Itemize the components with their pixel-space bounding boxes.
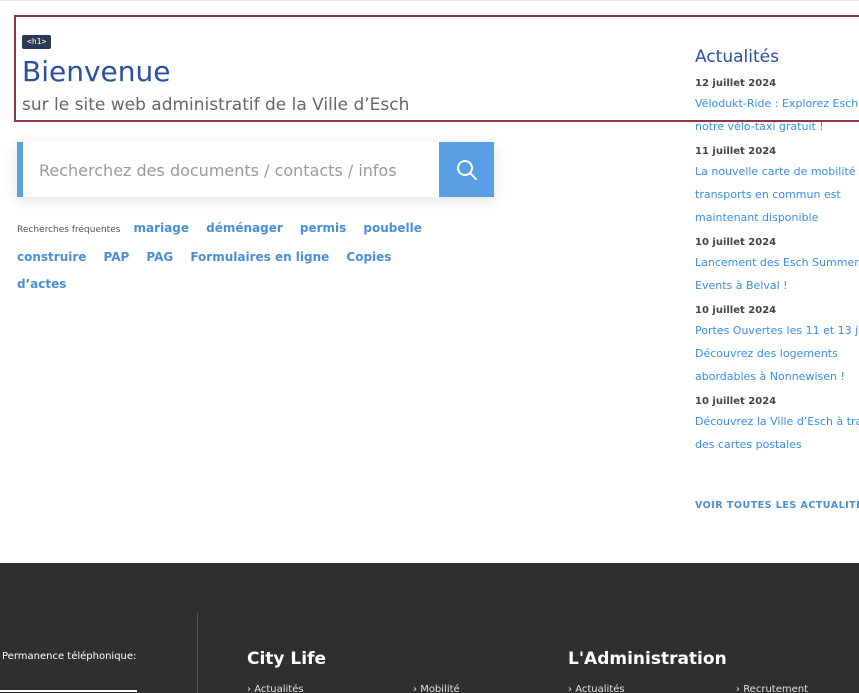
- footer-link-label: Recrutement: [743, 684, 809, 693]
- footer-link-mobilite[interactable]: › Mobilité: [413, 684, 460, 693]
- news-link[interactable]: Vëlodukt-Ride : Explorez Esch avec notre…: [695, 92, 859, 138]
- frequent-searches: Recherches fréquentes mariage déménager …: [17, 214, 437, 297]
- search-bar: [17, 142, 494, 199]
- news-link[interactable]: La nouvelle carte de mobilité et des tra…: [695, 160, 859, 229]
- site-footer: Permanence téléphonique: City Life › Act…: [0, 563, 859, 693]
- footer-link-admin-actualites[interactable]: › Actualités: [568, 684, 625, 693]
- news-link[interactable]: Découvrez la Ville d’Esch à travers des …: [695, 410, 859, 456]
- top-border: [0, 0, 859, 1]
- news-date: 12 juillet 2024: [695, 78, 777, 89]
- frequent-link-pap[interactable]: PAP: [104, 250, 130, 264]
- frequent-link-permis[interactable]: permis: [300, 221, 346, 235]
- news-item: 10 juillet 2024 Découvrez la Ville d’Esc…: [695, 394, 859, 456]
- page-title: Bienvenue: [22, 55, 171, 88]
- footer-link-label: Actualités: [254, 684, 304, 693]
- news-item: 10 juillet 2024 Lancement des Esch Summe…: [695, 235, 859, 297]
- news-link[interactable]: Lancement des Esch Summer Events à Belva…: [695, 251, 859, 297]
- news-title: Actualités: [695, 47, 779, 67]
- news-section: Actualités 12 juillet 2024 Vëlodukt-Ride…: [695, 44, 859, 456]
- search-button[interactable]: [439, 142, 494, 197]
- news-link[interactable]: Portes Ouvertes les 11 et 13 juillet : D…: [695, 319, 859, 388]
- footer-divider: [197, 613, 198, 693]
- frequent-link-pag[interactable]: PAG: [146, 250, 173, 264]
- frequent-link-demenager[interactable]: déménager: [206, 221, 283, 235]
- news-item: 11 juillet 2024 La nouvelle carte de mob…: [695, 144, 859, 229]
- page-subtitle: sur le site web administratif de la Vill…: [22, 95, 410, 115]
- h1-tag-label: <h1>: [22, 35, 52, 49]
- footer-contact-label: Permanence téléphonique:: [2, 651, 137, 662]
- footer-title-city-life: City Life: [247, 649, 327, 669]
- news-date: 11 juillet 2024: [695, 146, 777, 157]
- footer-link-label: Actualités: [575, 684, 625, 693]
- all-news-link[interactable]: VOIR TOUTES LES ACTUALITÉS: [695, 500, 859, 511]
- footer-input-underline: [0, 690, 137, 692]
- frequent-searches-label: Recherches fréquentes: [17, 225, 121, 235]
- search-icon: [456, 159, 477, 180]
- frequent-link-construire[interactable]: construire: [17, 250, 86, 264]
- news-item: 10 juillet 2024 Portes Ouvertes les 11 e…: [695, 303, 859, 388]
- footer-title-administration: L'Administration: [568, 649, 727, 669]
- news-date: 10 juillet 2024: [695, 305, 777, 316]
- frequent-link-mariage[interactable]: mariage: [134, 221, 189, 235]
- footer-link-recrutement[interactable]: › Recrutement: [736, 684, 808, 693]
- news-item: 12 juillet 2024 Vëlodukt-Ride : Explorez…: [695, 76, 859, 138]
- frequent-link-poubelle[interactable]: poubelle: [363, 221, 421, 235]
- footer-link-label: Mobilité: [420, 684, 460, 693]
- footer-link-actualites[interactable]: › Actualités: [247, 684, 304, 693]
- news-date: 10 juillet 2024: [695, 237, 777, 248]
- frequent-link-formulaires[interactable]: Formulaires en ligne: [190, 250, 329, 264]
- news-date: 10 juillet 2024: [695, 396, 777, 407]
- search-input[interactable]: [37, 142, 441, 199]
